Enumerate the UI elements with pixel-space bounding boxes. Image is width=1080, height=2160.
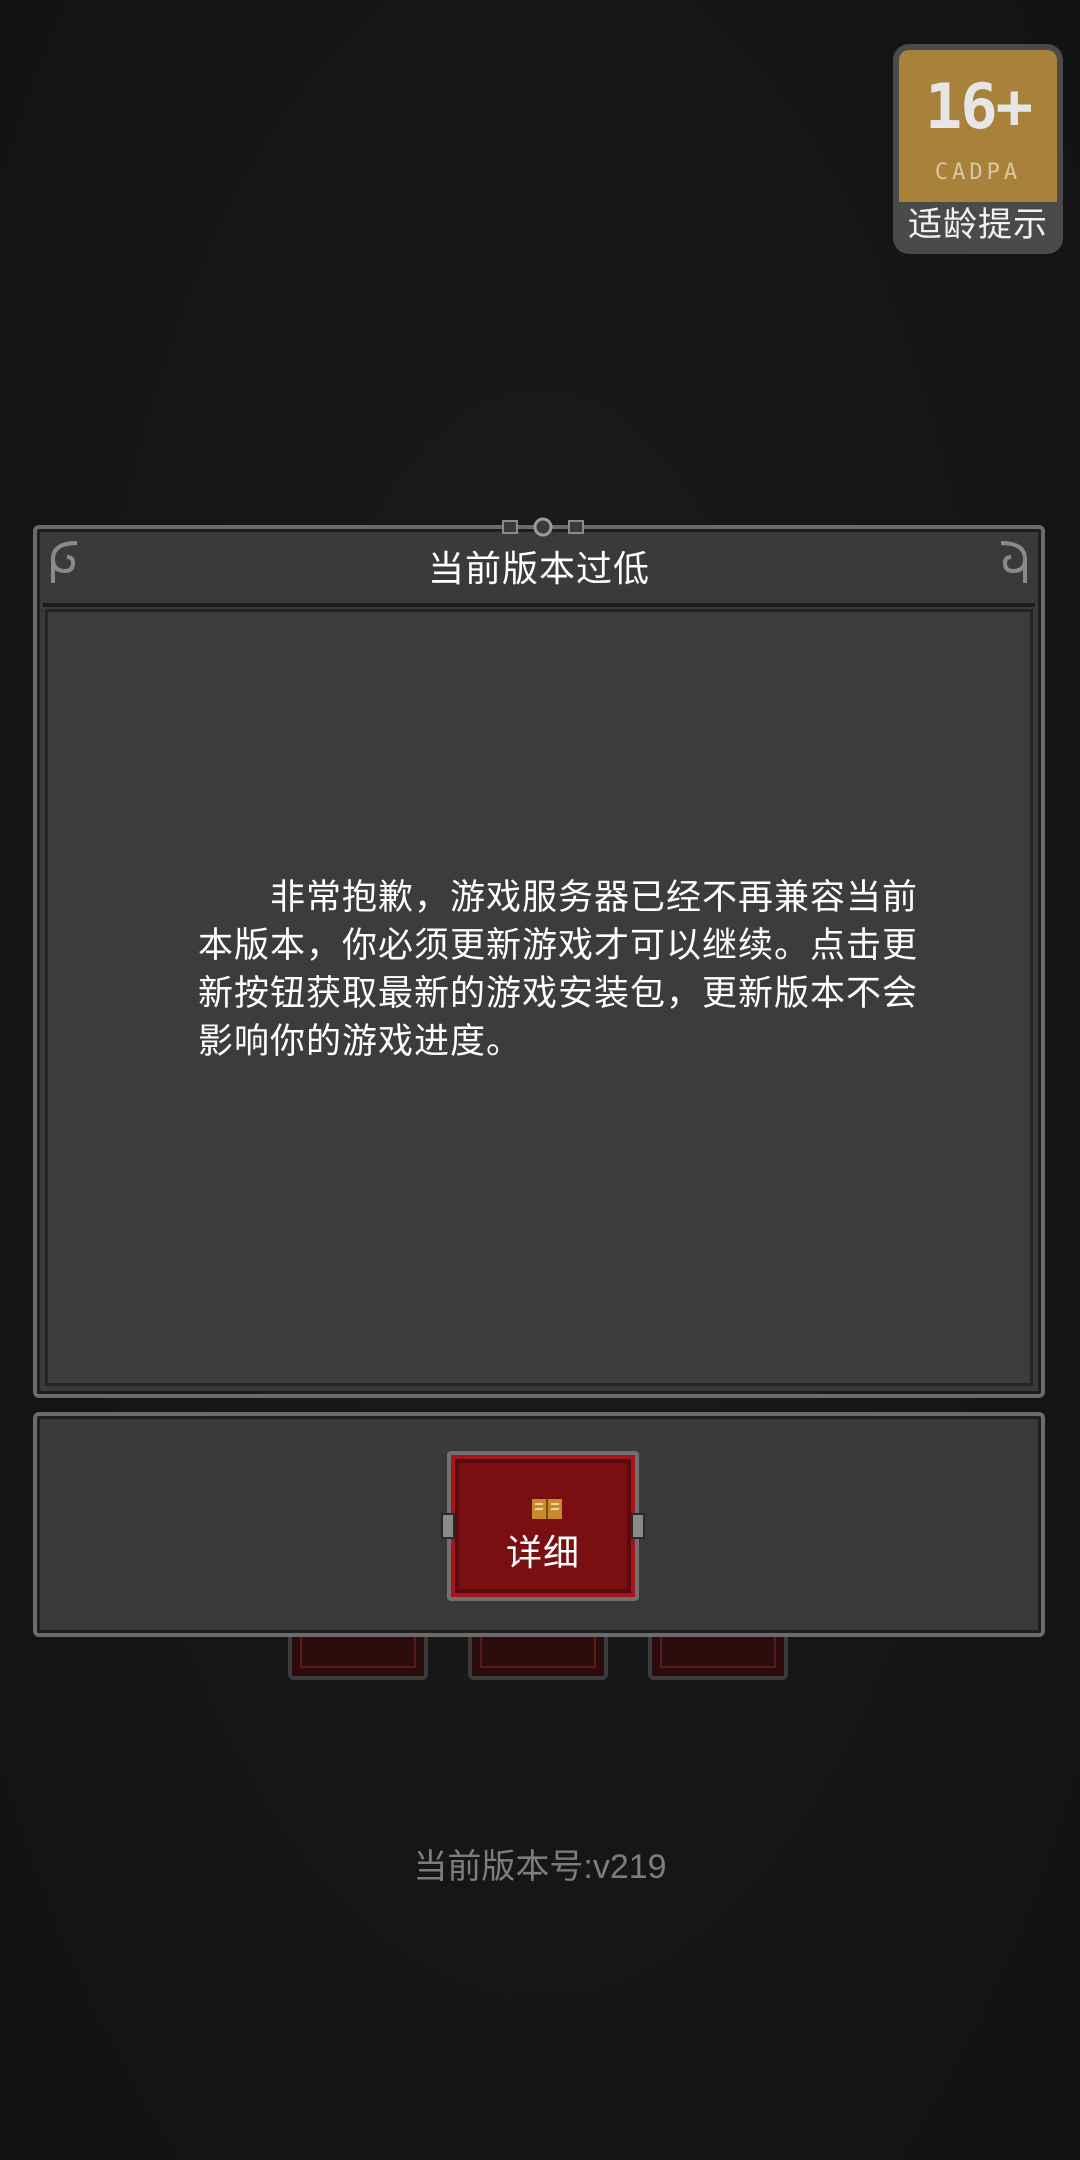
game-screen: 16+ CADPA 适龄提示 当前版本过低 非常抱歉，游戏服务器已经不再兼容当前… (0, 0, 1080, 2160)
dialog-body: 非常抱歉，游戏服务器已经不再兼容当前本版本，你必须更新游戏才可以继续。点击更新按… (45, 609, 1033, 1386)
age-rating-badge[interactable]: 16+ CADPA 适龄提示 (893, 44, 1063, 254)
dialog-action-panel: 详细 (33, 1412, 1045, 1637)
current-version-label: 当前版本号:v219 (413, 1848, 667, 1886)
age-rating-plate: 16+ CADPA (899, 50, 1057, 202)
age-rating-org: CADPA (934, 160, 1022, 185)
age-rating-caption: 适龄提示 (908, 205, 1048, 245)
detail-button-label: 详细 (505, 1533, 580, 1574)
dialog-title: 当前版本过低 (427, 549, 650, 590)
version-dialog: 当前版本过低 非常抱歉，游戏服务器已经不再兼容当前本版本，你必须更新游戏才可以继… (33, 517, 1045, 1398)
detail-button[interactable]: 详细 (441, 1451, 645, 1601)
dialog-top-ornament (483, 517, 603, 537)
age-rating-number: 16+ (925, 70, 1033, 143)
dialog-title-bar: 当前版本过低 (43, 535, 1035, 607)
dialog-message: 非常抱歉，游戏服务器已经不再兼容当前本版本，你必须更新游戏才可以继续。点击更新按… (198, 878, 919, 1062)
book-icon (532, 1499, 562, 1519)
